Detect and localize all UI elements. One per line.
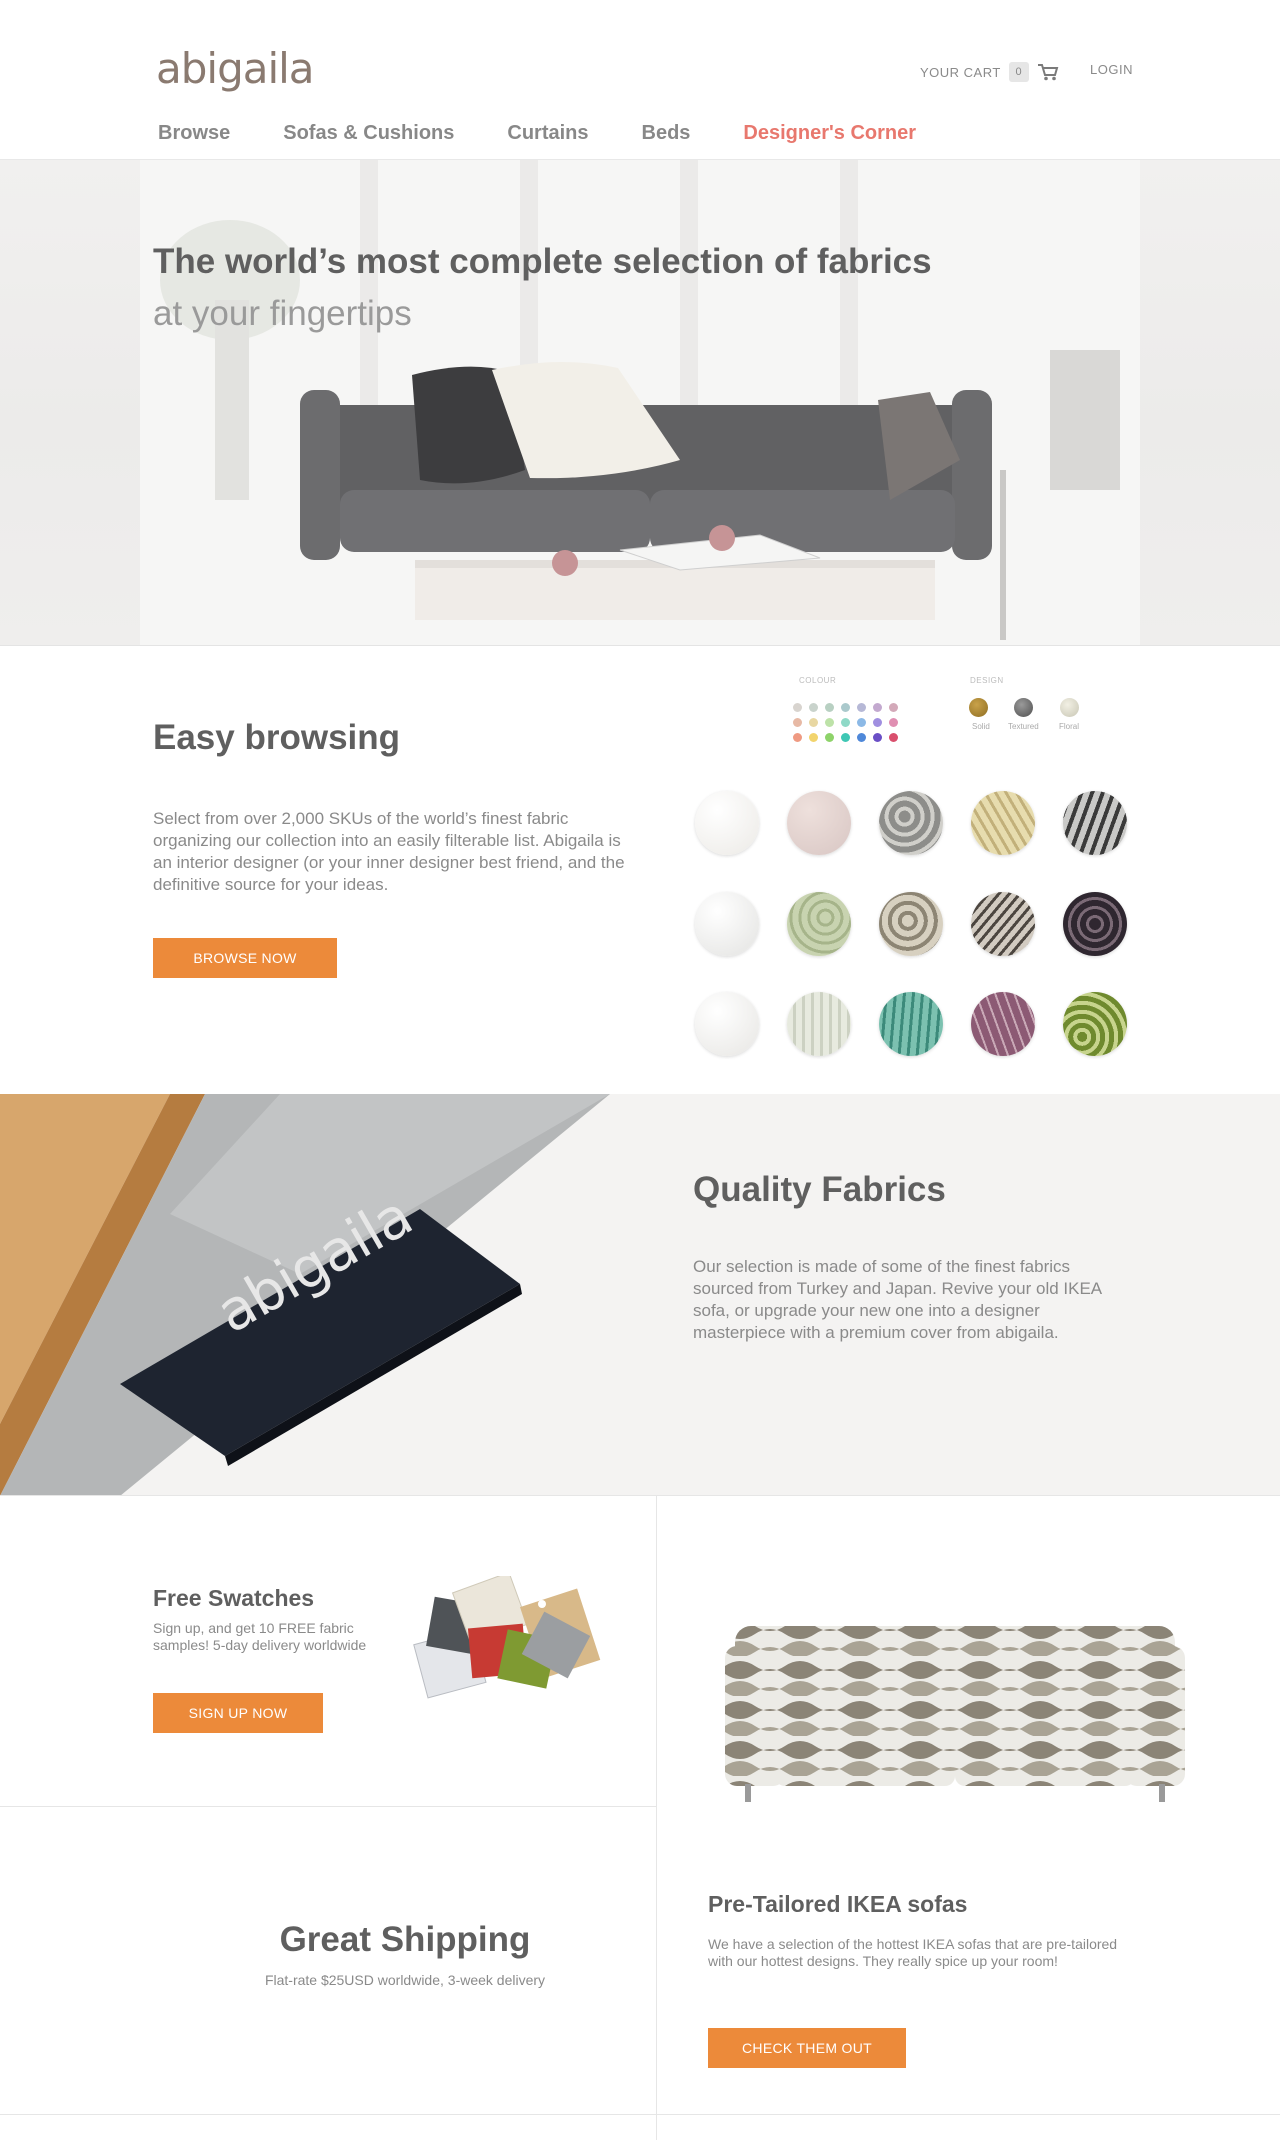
colour-dot[interactable] — [889, 733, 898, 742]
browsing-title: Easy browsing — [153, 718, 401, 757]
quality-description: Our selection is made of some of the fin… — [693, 1257, 1102, 1342]
swatch-samples-image — [413, 1576, 601, 1699]
fabric-swatch[interactable] — [787, 791, 851, 855]
design-floral-label: Floral — [1059, 722, 1080, 731]
fabric-swatch[interactable] — [971, 892, 1035, 956]
colour-dot[interactable] — [873, 703, 882, 712]
nav-item-browse[interactable]: Browse — [158, 122, 230, 145]
browsing-section: Easy browsing Select from over 2,000 SKU… — [0, 646, 1280, 1094]
design-solid-swatch[interactable] — [969, 698, 988, 717]
colour-dot[interactable] — [857, 733, 866, 742]
colour-dot[interactable] — [873, 718, 882, 727]
sign-up-now-button[interactable]: SIGN UP NOW — [153, 1693, 323, 1733]
fabric-swatch[interactable] — [1063, 791, 1127, 855]
fabric-swatch[interactable] — [971, 791, 1035, 855]
colour-dot[interactable] — [825, 718, 834, 727]
hero-title: The world’s most complete selection of f… — [153, 242, 932, 281]
colour-dot[interactable] — [889, 718, 898, 727]
fabric-swatch[interactable] — [971, 992, 1035, 1056]
fabric-swatch[interactable] — [879, 791, 943, 855]
cart-icon[interactable] — [1037, 63, 1059, 81]
divider — [0, 2114, 1280, 2115]
design-filter-label: DESIGN — [970, 676, 1004, 685]
ikea-sofa-image — [725, 1626, 1185, 1802]
features-grid: Free Swatches Sign up, and get 10 FREE f… — [0, 1496, 1280, 2140]
main-nav: Browse Sofas & Cushions Curtains Beds De… — [158, 122, 969, 145]
free-swatches-description: Sign up, and get 10 FREE fabric samples!… — [153, 1620, 367, 1653]
great-shipping-title: Great Shipping — [279, 1920, 531, 1959]
hero-sofa-image — [140, 160, 1140, 645]
design-textured-label: Textured — [1008, 722, 1039, 731]
quality-title: Quality Fabrics — [693, 1170, 946, 1209]
colour-dot[interactable] — [809, 703, 818, 712]
design-floral-swatch[interactable] — [1060, 698, 1079, 717]
colour-dot[interactable] — [809, 733, 818, 742]
ikea-sofas-title: Pre-Tailored IKEA sofas — [708, 1891, 968, 1917]
fabric-swatch[interactable] — [787, 992, 851, 1056]
design-solid-label: Solid — [972, 722, 990, 731]
colour-dot[interactable] — [825, 703, 834, 712]
divider — [0, 1806, 656, 1807]
cart[interactable]: YOUR CART 0 — [920, 62, 1059, 82]
colour-dot[interactable] — [793, 718, 802, 727]
colour-dot[interactable] — [889, 703, 898, 712]
colour-dot[interactable] — [825, 733, 834, 742]
cart-count-badge: 0 — [1008, 62, 1029, 82]
design-textured-swatch[interactable] — [1014, 698, 1033, 717]
hero-section: The world’s most complete selection of f… — [0, 160, 1280, 646]
site-header: abigaila YOUR CART 0 LOGIN Browse Sofas … — [0, 0, 1280, 160]
divider — [656, 1496, 657, 2140]
hero-subtitle: at your fingertips — [153, 294, 412, 333]
colour-dot[interactable] — [841, 733, 850, 742]
browsing-description: Select from over 2,000 SKUs of the world… — [153, 809, 625, 894]
cart-label[interactable]: YOUR CART — [920, 65, 1001, 80]
colour-dot[interactable] — [841, 703, 850, 712]
nav-item-sofas-cushions[interactable]: Sofas & Cushions — [283, 122, 454, 145]
check-them-out-button[interactable]: CHECK THEM OUT — [708, 2028, 906, 2068]
fabric-swatch[interactable] — [879, 892, 943, 956]
nav-item-designers-corner[interactable]: Designer's Corner — [743, 122, 916, 145]
logo[interactable]: abigaila — [156, 44, 315, 93]
colour-filter-label: COLOUR — [799, 676, 837, 685]
fabric-swatch[interactable] — [695, 892, 759, 956]
fabric-swatch[interactable] — [879, 992, 943, 1056]
nav-item-beds[interactable]: Beds — [642, 122, 691, 145]
colour-dot[interactable] — [809, 718, 818, 727]
colour-dot[interactable] — [857, 718, 866, 727]
colour-dot[interactable] — [857, 703, 866, 712]
great-shipping-description: Flat-rate $25USD worldwide, 3-week deliv… — [264, 1972, 546, 1988]
colour-dot[interactable] — [841, 718, 850, 727]
quality-section: abigaila Quality Fabrics Our selection i… — [0, 1094, 1280, 1496]
colour-dot[interactable] — [873, 733, 882, 742]
free-swatches-title: Free Swatches — [153, 1585, 315, 1611]
browse-now-button[interactable]: BROWSE NOW — [153, 938, 337, 978]
colour-dot[interactable] — [793, 703, 802, 712]
fabric-swatch[interactable] — [695, 791, 759, 855]
colour-dot[interactable] — [793, 733, 802, 742]
fabric-swatch[interactable] — [1063, 892, 1127, 956]
fabric-swatch[interactable] — [695, 992, 759, 1056]
fabric-swatch[interactable] — [787, 892, 851, 956]
login-link[interactable]: LOGIN — [1090, 62, 1133, 77]
nav-item-curtains[interactable]: Curtains — [507, 122, 588, 145]
ikea-sofas-description: We have a selection of the hottest IKEA … — [708, 1936, 1118, 1969]
fabric-swatch[interactable] — [1063, 992, 1127, 1056]
